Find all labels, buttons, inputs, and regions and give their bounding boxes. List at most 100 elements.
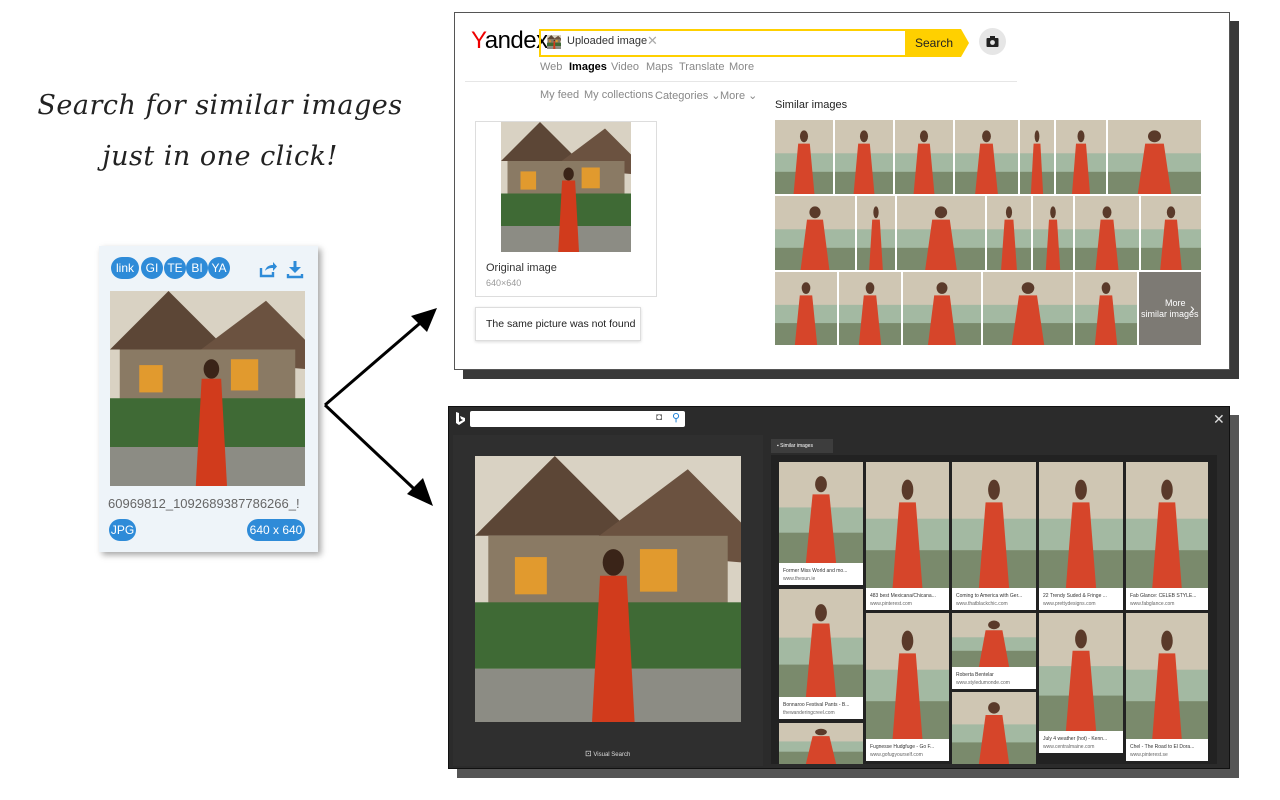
extension-filename: 60969812_1092689387786266_! <box>108 496 300 511</box>
result-url: www.prettydesigns.com <box>1043 601 1096 607</box>
result-url: www.pinterest.se <box>1130 752 1168 758</box>
result-card[interactable]: 483 best Mexicana/Chicana... www.pintere… <box>866 462 949 610</box>
result-image[interactable] <box>779 723 863 764</box>
similar-image[interactable] <box>1075 272 1137 345</box>
similar-image[interactable] <box>775 120 833 194</box>
result-url: www.thatblackchic.com <box>956 601 1008 607</box>
download-icon[interactable] <box>285 259 305 279</box>
nav-web[interactable]: Web <box>540 61 562 73</box>
tineye-button[interactable]: TE <box>164 257 186 279</box>
result-caption: Chel - The Road to El Dora... <box>1130 744 1195 750</box>
result-url: www.gofugyourself.com <box>870 752 923 758</box>
bing-logo-icon[interactable] <box>454 411 466 427</box>
result-card[interactable]: Bonnaroo Festival Pants - B... thewander… <box>779 589 863 719</box>
share-icon[interactable] <box>258 259 278 279</box>
original-image[interactable] <box>501 122 631 252</box>
nav-images[interactable]: Images <box>569 61 607 73</box>
yandex-search-button[interactable]: Search <box>905 29 969 57</box>
yandex-window: Yandex Uploaded image ✕ Search Web Image… <box>454 12 1230 370</box>
similar-image[interactable] <box>1075 196 1139 270</box>
result-image <box>952 462 1036 588</box>
similar-image[interactable] <box>1141 196 1201 270</box>
result-caption: Fugnesse Hudgfuge - Go F... <box>870 744 935 750</box>
result-url: www.centralmaine.com <box>1043 744 1095 750</box>
result-caption: Former Miss World and mo... <box>783 568 848 574</box>
result-card[interactable]: Roberta Bentelar www.styledumonde.com <box>952 613 1036 689</box>
result-image <box>1126 462 1208 588</box>
search-icon[interactable]: ⚲ <box>672 411 680 424</box>
camera-icon[interactable]: ◘ <box>656 412 662 423</box>
similar-image[interactable] <box>987 196 1031 270</box>
dimensions-badge: 640 x 640 <box>247 519 305 541</box>
result-image <box>1126 613 1208 739</box>
bing-images-button[interactable]: BI <box>186 257 208 279</box>
result-url: www.fabglance.com <box>1130 601 1175 607</box>
link-button[interactable]: link <box>111 257 139 279</box>
clear-chip-icon[interactable]: ✕ <box>647 33 658 49</box>
result-image[interactable] <box>952 692 1036 764</box>
original-image-label: Original image <box>486 262 557 274</box>
similar-images-grid: More similar images › <box>775 120 1201 345</box>
subnav-my-feed[interactable]: My feed <box>540 89 579 101</box>
similar-images-title: Similar images <box>775 99 848 111</box>
yandex-search-input[interactable]: Uploaded image ✕ <box>539 29 905 57</box>
result-caption: 483 best Mexicana/Chicana... <box>870 593 936 599</box>
similar-image[interactable] <box>1056 120 1106 194</box>
similar-image[interactable] <box>1108 120 1201 194</box>
similar-image[interactable] <box>775 272 837 345</box>
result-card[interactable]: Coming to America with Ger... www.thatbl… <box>952 462 1036 610</box>
result-card[interactable]: July 4 weather (hot) - Kenn... www.centr… <box>1039 613 1123 753</box>
result-image <box>1039 613 1123 731</box>
camera-icon[interactable] <box>979 28 1006 55</box>
arrows-graphic <box>323 308 437 506</box>
similar-image[interactable] <box>839 272 901 345</box>
result-card[interactable]: Fab Glance: CELEB STYLE... www.fabglance… <box>1126 462 1208 610</box>
similar-image[interactable] <box>897 196 985 270</box>
subnav-more[interactable]: More ⌄ <box>720 89 757 102</box>
result-caption: Roberta Bentelar <box>956 672 994 678</box>
result-caption: July 4 weather (hot) - Kenn... <box>1043 736 1108 742</box>
similar-image[interactable] <box>1020 120 1054 194</box>
more-similar-images-button[interactable]: More similar images › <box>1139 272 1201 345</box>
result-card[interactable]: Chel - The Road to El Dora... www.pinter… <box>1126 613 1208 761</box>
result-caption: Coming to America with Ger... <box>956 593 1023 599</box>
visual-search-icon: ⊡ <box>585 749 592 758</box>
similar-image[interactable] <box>903 272 981 345</box>
yandex-images-button[interactable]: YA <box>208 257 230 279</box>
subnav-categories[interactable]: Categories ⌄ <box>655 89 720 102</box>
result-image <box>866 462 949 588</box>
result-caption: 22 Trendy Suded & Fringe ... <box>1043 593 1107 599</box>
nav-video[interactable]: Video <box>611 61 639 73</box>
result-image <box>952 613 1036 667</box>
original-image-panel: Original image 640×640 <box>475 121 657 297</box>
similar-images-tab[interactable]: ▪ Similar images <box>771 439 833 453</box>
result-card[interactable]: Fugnesse Hudgfuge - Go F... www.gofugyou… <box>866 613 949 761</box>
headline-line-2: just in one click! <box>102 141 338 172</box>
similar-image[interactable] <box>895 120 953 194</box>
not-found-text: The same picture was not found <box>486 318 636 330</box>
subnav-my-collections[interactable]: My collections <box>584 89 653 101</box>
close-icon[interactable]: ✕ <box>1213 411 1225 428</box>
result-image <box>1039 462 1123 588</box>
similar-image[interactable] <box>983 272 1073 345</box>
similar-image[interactable] <box>835 120 893 194</box>
visual-search-button[interactable]: ⊡ Visual Search <box>585 749 630 758</box>
extension-preview-image[interactable] <box>110 291 305 486</box>
result-card[interactable]: Former Miss World and mo... www.thesun.i… <box>779 462 863 585</box>
yandex-logo[interactable]: Yandex <box>471 27 548 55</box>
similar-image[interactable] <box>775 196 855 270</box>
similar-image[interactable] <box>1033 196 1073 270</box>
result-caption: Fab Glance: CELEB STYLE... <box>1130 593 1197 599</box>
format-badge: JPG <box>109 519 136 541</box>
result-card[interactable]: 22 Trendy Suded & Fringe ... www.prettyd… <box>1039 462 1123 610</box>
nav-maps[interactable]: Maps <box>646 61 673 73</box>
similar-image[interactable] <box>857 196 895 270</box>
google-images-button[interactable]: GI <box>141 257 163 279</box>
nav-more[interactable]: More <box>729 61 754 73</box>
bing-window: ◘ ⚲ ✕ ⊡ Visual Search ▪ Similar images F… <box>448 406 1230 769</box>
similar-image[interactable] <box>955 120 1018 194</box>
result-url: www.pinterest.com <box>870 601 912 607</box>
bing-search-input[interactable]: ◘ ⚲ <box>470 411 685 427</box>
nav-translate[interactable]: Translate <box>679 61 724 73</box>
bing-query-image[interactable] <box>475 456 741 722</box>
